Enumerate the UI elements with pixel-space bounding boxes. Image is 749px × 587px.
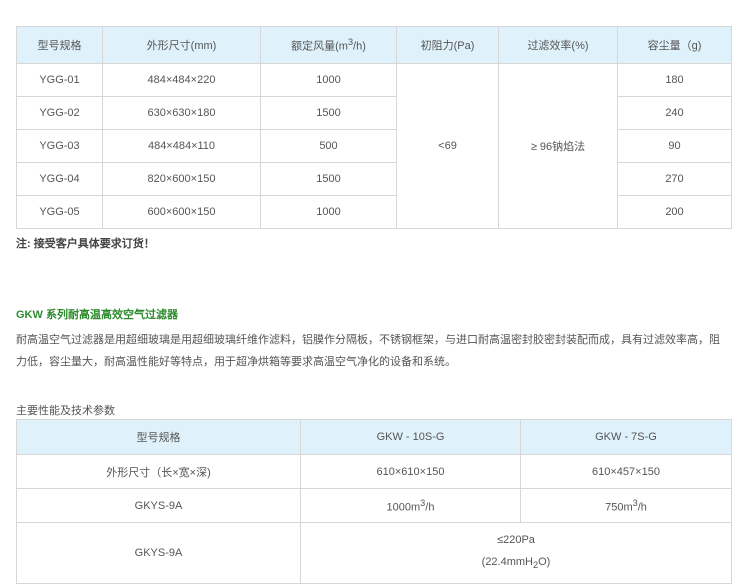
params-heading: 主要性能及技术参数: [16, 405, 115, 417]
order-note: 注: 接受客户具体要求订货！: [16, 238, 155, 250]
airflow-cell: 1500: [260, 96, 397, 130]
value-cell: 750m3/h: [520, 488, 732, 523]
table-row: YGG-02 630×630×180 1500 240: [16, 96, 732, 130]
value-cell: 610×610×150: [300, 454, 521, 489]
table-row: GKYS-9A 1000m3/h 750m3/h: [16, 488, 732, 523]
dust-cell: 240: [617, 96, 732, 130]
table-row: YGG-05 600×600×150 1000 200: [16, 195, 732, 229]
table-row: 外形尺寸（长×宽×深) 610×610×150 610×457×150: [16, 454, 732, 489]
model-cell: YGG-03: [16, 129, 103, 163]
size-cell: 820×600×150: [102, 162, 261, 196]
header-gkw-7s: GKW - 7S-G: [520, 419, 732, 455]
dust-cell: 180: [617, 63, 732, 97]
dust-cell: 90: [617, 129, 732, 163]
table-header-row: 型号规格 GKW - 10S-G GKW - 7S-G: [16, 419, 732, 455]
row-label: GKYS-9A: [16, 488, 301, 523]
header-size: 外形尺寸(mm): [102, 26, 261, 64]
table-row: GKYS-9A ≤220Pa (22.4mmH2O): [16, 522, 732, 584]
value-cell: 1000m3/h: [300, 488, 521, 523]
table-header-row: 型号规格 外形尺寸(mm) 额定风量(m3/h) 初阻力(Pa) 过滤效率(%)…: [16, 26, 732, 64]
airflow-cell: 1500: [260, 162, 397, 196]
value-cell: ≤220Pa (22.4mmH2O): [300, 522, 732, 584]
header-gkw-10s: GKW - 10S-G: [300, 419, 521, 455]
filter-spec-table: 型号规格 外形尺寸(mm) 额定风量(m3/h) 初阻力(Pa) 过滤效率(%)…: [16, 26, 732, 229]
model-cell: YGG-01: [16, 63, 103, 97]
header-dust: 容尘量（g): [617, 26, 732, 64]
model-cell: YGG-04: [16, 162, 103, 196]
size-cell: 484×484×110: [102, 129, 261, 163]
row-label: 外形尺寸（长×宽×深): [16, 454, 301, 489]
header-model: 型号规格: [16, 419, 301, 455]
table-row: YGG-04 820×600×150 1500 270: [16, 162, 732, 196]
efficiency-cell: ≥ 96钠焰法: [498, 63, 618, 229]
value-cell: 610×457×150: [520, 454, 732, 489]
section-title: GKW 系列耐高温高效空气过滤器: [16, 309, 178, 321]
airflow-cell: 1000: [260, 63, 397, 97]
table-row: YGG-01 484×484×220 1000 <69 ≥ 96钠焰法 180: [16, 63, 732, 229]
gkw-spec-table: 型号规格 GKW - 10S-G GKW - 7S-G 外形尺寸（长×宽×深) …: [16, 419, 732, 584]
row-label: GKYS-9A: [16, 522, 301, 584]
header-efficiency: 过滤效率(%): [498, 26, 618, 64]
airflow-cell: 500: [260, 129, 397, 163]
header-model: 型号规格: [16, 26, 103, 64]
size-cell: 484×484×220: [102, 63, 261, 97]
resistance-cell: <69: [396, 63, 499, 229]
size-cell: 630×630×180: [102, 96, 261, 130]
header-resistance: 初阻力(Pa): [396, 26, 499, 64]
section-description: 耐高温空气过滤器是用超细玻璃是用超细玻璃纤维作滤料，铝膜作分隔板，不锈钢框架，与…: [16, 334, 720, 368]
dust-cell: 270: [617, 162, 732, 196]
table-row: YGG-03 484×484×110 500 90: [16, 129, 732, 163]
header-airflow: 额定风量(m3/h): [260, 26, 397, 64]
model-cell: YGG-02: [16, 96, 103, 130]
size-cell: 600×600×150: [102, 195, 261, 229]
model-cell: YGG-05: [16, 195, 103, 229]
dust-cell: 200: [617, 195, 732, 229]
airflow-cell: 1000: [260, 195, 397, 229]
